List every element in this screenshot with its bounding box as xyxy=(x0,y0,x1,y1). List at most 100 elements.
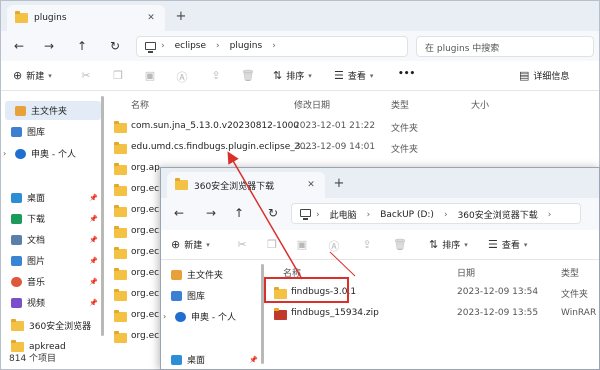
view-label: 查看 xyxy=(501,241,520,251)
folder-icon xyxy=(114,142,127,154)
view-icon: ☰ xyxy=(334,69,344,82)
refresh-icon[interactable]: ↻ xyxy=(107,39,123,53)
new-tab-icon[interactable]: + xyxy=(173,9,189,24)
sidebar-item-music[interactable]: 音乐 📌 xyxy=(1,272,106,291)
sidebar-item-pictures[interactable]: 图片 📌 xyxy=(1,251,106,270)
new-tab-icon[interactable]: + xyxy=(331,176,347,191)
list-item[interactable]: org.ec xyxy=(109,201,159,221)
sidebar-item-desktop[interactable]: 桌面 📌 xyxy=(1,188,106,207)
back-icon[interactable]: ← xyxy=(171,206,187,220)
list-item[interactable]: org.ec xyxy=(109,180,159,200)
pin-icon: 📌 xyxy=(89,235,98,244)
highlight-box xyxy=(264,277,349,303)
details-icon: ▤ xyxy=(519,69,530,82)
new-button[interactable]: ⊕ 新建 ▾ xyxy=(13,69,52,82)
column-type[interactable]: 类型 xyxy=(561,266,579,279)
copy-icon[interactable]: ❐ xyxy=(265,238,279,251)
forward-icon[interactable]: → xyxy=(41,39,57,53)
list-item[interactable]: findbugs_15934.zip 2023-12-09 13:55 WinR… xyxy=(269,304,599,324)
address-bar[interactable]: › 此电脑 › BackUP (D:) › 360安全浏览器下载 › xyxy=(291,203,581,224)
forward-icon[interactable]: → xyxy=(203,206,219,220)
sidebar-item-gallery[interactable]: 图库 xyxy=(161,286,266,305)
pin-icon: 📌 xyxy=(89,277,98,286)
breadcrumb-item[interactable]: plugins xyxy=(230,41,263,51)
view-button[interactable]: ☰ 查看 ▾ xyxy=(334,69,373,82)
rename-icon[interactable]: Ⓐ xyxy=(175,69,189,85)
sidebar-item-gallery[interactable]: 图库 xyxy=(1,122,106,141)
cut-icon[interactable]: ✂ xyxy=(79,69,93,82)
close-tab-icon[interactable]: ✕ xyxy=(305,180,317,190)
cut-icon[interactable]: ✂ xyxy=(235,238,249,251)
address-bar[interactable]: › eclipse › plugins › xyxy=(136,36,408,57)
sort-button[interactable]: ⇅ 排序 ▾ xyxy=(273,69,312,82)
chevron-right-icon[interactable]: › xyxy=(163,312,170,321)
cloud-icon xyxy=(15,148,26,159)
breadcrumb-item[interactable]: BackUP (D:) xyxy=(380,210,434,220)
music-icon xyxy=(11,276,22,287)
view-icon: ☰ xyxy=(488,238,498,251)
details-pane-button[interactable]: ▤ 详细信息 xyxy=(519,69,569,82)
column-date[interactable]: 日期 xyxy=(457,266,475,279)
explorer-window-downloads: 360安全浏览器下载 ✕ + ← → ↑ ↻ › 此电脑 › BackUP (D… xyxy=(160,167,600,370)
list-item[interactable]: com.sun.jna_5.13.0.v20230812-1000 2023-1… xyxy=(109,117,589,137)
sidebar-item-downloads[interactable]: 下载 📌 xyxy=(1,209,106,228)
sidebar-scrollbar[interactable] xyxy=(101,96,104,336)
folder-icon xyxy=(114,205,127,217)
sidebar-item-360-browser[interactable]: 360安全浏览器 xyxy=(1,316,106,335)
view-label: 查看 xyxy=(347,72,366,82)
column-date[interactable]: 修改日期 xyxy=(294,98,330,111)
tab-360-browser-downloads[interactable]: 360安全浏览器下载 ✕ xyxy=(167,172,325,198)
sidebar-item-home[interactable]: 主文件夹 xyxy=(161,265,266,284)
paste-icon[interactable]: ▣ xyxy=(295,238,309,251)
up-icon[interactable]: ↑ xyxy=(74,39,90,53)
new-label: 新建 xyxy=(184,241,203,251)
close-tab-icon[interactable]: ✕ xyxy=(145,13,157,23)
column-type[interactable]: 类型 xyxy=(391,98,409,111)
refresh-icon[interactable]: ↻ xyxy=(265,206,281,220)
pin-icon: 📌 xyxy=(89,214,98,223)
more-options-button[interactable]: ••• xyxy=(398,69,415,79)
column-size[interactable]: 大小 xyxy=(471,98,489,111)
chevron-right-icon[interactable]: › xyxy=(3,149,10,158)
sort-button[interactable]: ⇅ 排序 ▾ xyxy=(429,238,468,251)
list-item[interactable]: org.ec xyxy=(109,306,159,326)
list-item[interactable]: org.ap xyxy=(109,159,160,179)
list-item[interactable]: org.ec xyxy=(109,222,159,242)
gallery-icon xyxy=(11,126,22,137)
video-icon xyxy=(11,297,22,308)
view-button[interactable]: ☰ 查看 ▾ xyxy=(488,238,527,251)
delete-icon[interactable]: 🗑 xyxy=(393,238,407,251)
list-item[interactable]: org.ec xyxy=(109,264,159,284)
share-icon[interactable]: ⇪ xyxy=(360,238,374,251)
folder-icon xyxy=(114,184,127,196)
new-label: 新建 xyxy=(26,72,45,82)
sidebar-item-home[interactable]: 主文件夹 xyxy=(5,101,101,120)
copy-icon[interactable]: ❐ xyxy=(111,69,125,82)
breadcrumb: › 此电脑 › BackUP (D:) › 360安全浏览器下载 › xyxy=(316,208,552,222)
list-item[interactable]: edu.umd.cs.findbugs.plugin.eclipse_3....… xyxy=(109,138,589,158)
new-button[interactable]: ⊕ 新建 ▾ xyxy=(171,238,210,251)
list-item[interactable]: org.ec xyxy=(109,243,159,263)
this-pc-icon xyxy=(300,209,311,220)
tab-plugins[interactable]: plugins ✕ xyxy=(7,5,165,31)
sidebar-item-documents[interactable]: 文档 📌 xyxy=(1,230,106,249)
breadcrumb-item[interactable]: eclipse xyxy=(175,41,206,51)
list-item[interactable]: org.ec xyxy=(109,327,159,347)
pin-icon: 📌 xyxy=(249,355,258,364)
breadcrumb-item[interactable]: 360安全浏览器下载 xyxy=(458,208,538,221)
paste-icon[interactable]: ▣ xyxy=(143,69,157,82)
list-item[interactable]: org.ec xyxy=(109,285,159,305)
up-icon[interactable]: ↑ xyxy=(231,206,247,220)
sidebar-item-onedrive[interactable]: › 申奥 - 个人 xyxy=(161,307,266,326)
column-name[interactable]: 名称 xyxy=(131,98,149,111)
back-icon[interactable]: ← xyxy=(11,39,27,53)
search-input[interactable]: 在 plugins 中搜索 xyxy=(416,36,594,57)
sidebar-item-videos[interactable]: 视频 📌 xyxy=(1,293,106,312)
rename-icon[interactable]: Ⓐ xyxy=(327,238,341,254)
delete-icon[interactable]: 🗑 xyxy=(241,69,255,82)
breadcrumb-item[interactable]: 此电脑 xyxy=(330,208,357,221)
share-icon[interactable]: ⇪ xyxy=(209,69,223,82)
sidebar-item-onedrive[interactable]: › 申奥 - 个人 xyxy=(1,144,106,163)
sidebar-item-desktop[interactable]: 桌面 📌 xyxy=(161,350,266,369)
navigation-pane: 主文件夹 图库 › 申奥 - 个人 桌面 📌 xyxy=(161,261,266,369)
